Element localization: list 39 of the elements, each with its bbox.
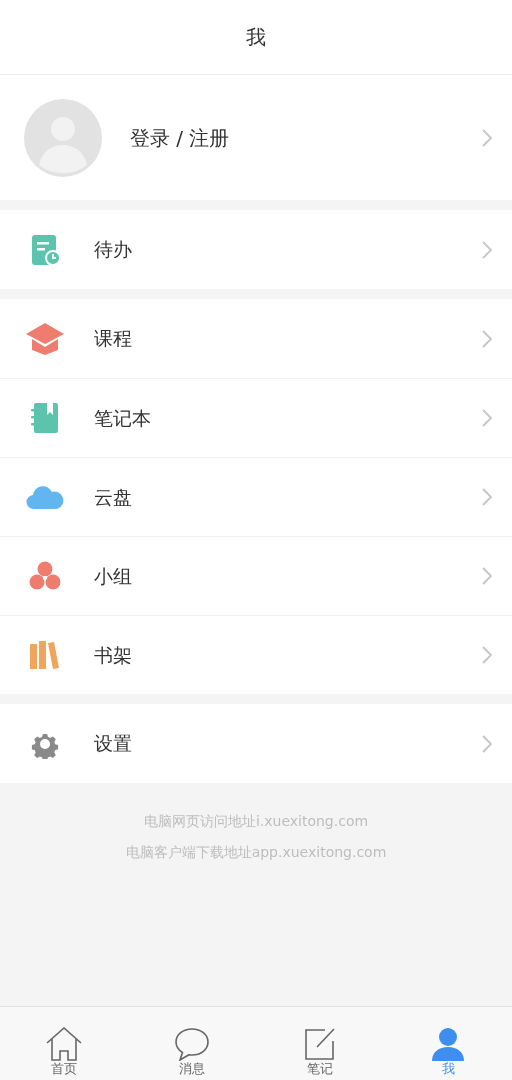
chevron-right-icon: [482, 128, 492, 147]
menu-item-label: 笔记本: [94, 405, 152, 431]
menu-item-label: 课程: [94, 326, 133, 352]
chevron-right-icon: [482, 488, 492, 506]
cloud-icon: [26, 484, 64, 510]
books-icon: [29, 640, 61, 670]
chevron-right-icon: [482, 646, 492, 664]
notebook-icon: [31, 402, 59, 434]
menu-item-label: 设置: [94, 731, 133, 757]
menu-item-label: 书架: [94, 642, 133, 668]
menu-item[interactable]: 云盘: [0, 457, 512, 536]
menu-item-label: 小组: [94, 563, 133, 589]
chevron-right-icon: [482, 329, 492, 348]
person-icon: [431, 1027, 465, 1061]
tab[interactable]: 消息: [128, 1007, 256, 1080]
speech-bubble-icon: [174, 1027, 210, 1061]
page-title: 我: [246, 24, 266, 51]
login-register-link[interactable]: 登录 / 注册: [130, 122, 482, 153]
menu-item[interactable]: 笔记本: [0, 378, 512, 457]
chevron-right-icon: [482, 240, 492, 259]
edit-icon: [303, 1027, 337, 1061]
menu-item[interactable]: 书架: [0, 615, 512, 694]
menu-item[interactable]: 课程: [0, 299, 512, 378]
home-icon: [45, 1027, 83, 1061]
task-list-icon: [30, 233, 60, 266]
menu-item[interactable]: 设置: [0, 704, 512, 783]
avatar-icon: [24, 98, 102, 177]
chevron-right-icon: [482, 409, 492, 427]
tab[interactable]: 首页: [0, 1007, 128, 1080]
menu-item-label: 云盘: [94, 484, 133, 510]
chevron-right-icon: [482, 567, 492, 585]
chevron-right-icon: [482, 734, 492, 753]
three-circles-icon: [29, 561, 61, 591]
menu-item[interactable]: 小组: [0, 536, 512, 615]
profile-row[interactable]: 登录 / 注册: [0, 75, 512, 200]
graduation-cap-icon: [25, 321, 65, 356]
tab[interactable]: 笔记: [256, 1007, 384, 1080]
menu-item-label: 待办: [94, 237, 133, 263]
menu-item[interactable]: 待办: [0, 210, 512, 289]
